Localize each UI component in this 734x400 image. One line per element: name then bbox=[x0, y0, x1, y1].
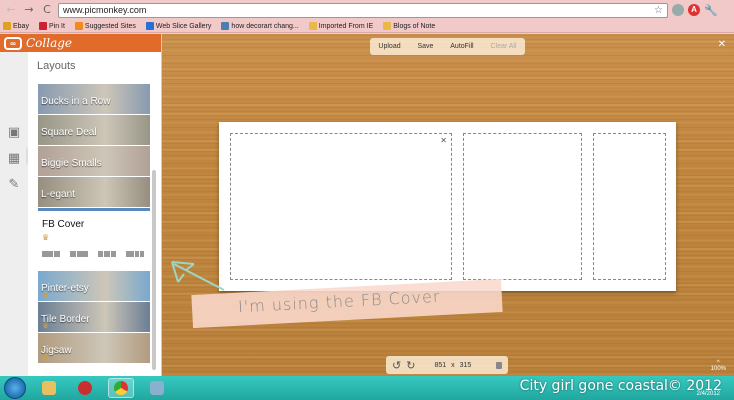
bookmark-label: Suggested Sites bbox=[84, 22, 136, 30]
forward-button[interactable]: → bbox=[22, 3, 36, 17]
image-icon[interactable]: ▣ bbox=[6, 126, 22, 140]
bookmark-item[interactable]: Ebay bbox=[3, 22, 29, 30]
premium-crown-icon: ♛ bbox=[42, 290, 50, 299]
cell-close-icon[interactable]: ✕ bbox=[440, 136, 447, 145]
bookmarks-bar: Ebay Pin It Suggested Sites Web Slice Galle… bbox=[0, 20, 734, 33]
collage-cell[interactable] bbox=[593, 133, 666, 280]
bookmark-star-icon[interactable]: ☆ bbox=[654, 5, 663, 16]
wrench-icon[interactable]: 🔧 bbox=[704, 4, 718, 17]
url-text: www.picmonkey.com bbox=[63, 5, 147, 15]
app-icon bbox=[78, 381, 92, 395]
layouts-panel: Layouts Ducks in a Row Square Deal Biggie … bbox=[28, 52, 161, 376]
dimension-separator: x bbox=[451, 361, 455, 369]
layout-item[interactable]: Tile Border ♛ bbox=[38, 302, 150, 333]
bookmark-icon bbox=[383, 22, 392, 30]
collage-cell[interactable]: ✕ bbox=[230, 133, 452, 280]
layout-variants bbox=[42, 251, 144, 257]
premium-crown-icon: ♛ bbox=[42, 321, 50, 330]
bookmark-icon bbox=[308, 22, 317, 30]
start-button[interactable] bbox=[4, 377, 26, 399]
layout-label: FB Cover bbox=[42, 219, 85, 230]
tools-column: ▣ ▦ ✎ bbox=[0, 52, 28, 376]
canvas-size-bar: ↺ ↻ 851 x 315 bbox=[386, 356, 508, 374]
layout-variant-icon[interactable] bbox=[126, 251, 144, 257]
collage-canvas: ✕ bbox=[219, 122, 676, 291]
bookmark-item[interactable]: Web Slice Gallery bbox=[145, 22, 212, 30]
palette-icon[interactable]: ✎ bbox=[6, 178, 22, 192]
layouts-icon[interactable]: ▦ bbox=[6, 152, 22, 166]
save-button[interactable]: Save bbox=[417, 43, 433, 50]
close-icon[interactable]: ✕ bbox=[718, 39, 726, 50]
taskbar-app[interactable] bbox=[72, 378, 98, 398]
upload-button[interactable]: Upload bbox=[378, 43, 400, 50]
sidebar: ∞ Collage ▣ ▦ ✎ Layouts Ducks in a Row Sq… bbox=[0, 34, 162, 376]
collage-toolbar: Upload Save AutoFill Clear All bbox=[370, 38, 525, 55]
layout-variant-icon[interactable] bbox=[70, 251, 88, 257]
taskbar-chrome[interactable] bbox=[108, 378, 134, 398]
reload-button[interactable]: C bbox=[40, 3, 54, 17]
address-bar[interactable]: www.picmonkey.com ☆ bbox=[58, 2, 668, 18]
premium-crown-icon: ♛ bbox=[42, 352, 50, 361]
layout-variant-icon[interactable] bbox=[98, 251, 116, 257]
browser-toolbar: ← → C www.picmonkey.com ☆ A 🔧 bbox=[0, 0, 734, 20]
width-value[interactable]: 851 bbox=[434, 362, 446, 369]
bookmark-label: Imported From IE bbox=[318, 22, 374, 30]
bookmark-icon bbox=[145, 22, 154, 30]
layouts-scrollbar[interactable] bbox=[152, 170, 156, 370]
height-value[interactable]: 315 bbox=[460, 362, 472, 369]
canvas-area: Upload Save AutoFill Clear All ✕ ✕ I'm u… bbox=[162, 34, 734, 376]
folder-icon bbox=[42, 381, 56, 395]
back-button[interactable]: ← bbox=[4, 3, 18, 17]
zoom-control[interactable]: ^ 100% bbox=[711, 360, 726, 372]
lock-icon[interactable] bbox=[496, 361, 502, 369]
bookmark-icon bbox=[221, 22, 230, 30]
bookmark-icon bbox=[38, 22, 47, 30]
layout-item[interactable]: L-egant bbox=[38, 177, 150, 208]
app-title: Collage bbox=[26, 36, 73, 50]
hand-drawn-arrow-icon bbox=[171, 261, 225, 291]
extension-icon[interactable] bbox=[672, 4, 684, 16]
chrome-icon bbox=[114, 381, 128, 395]
layout-item[interactable]: Biggie Smalls bbox=[38, 146, 150, 177]
layout-variant-icon[interactable] bbox=[42, 251, 60, 257]
panel-title: Layouts bbox=[37, 60, 76, 72]
layout-label: L-egant bbox=[41, 189, 75, 200]
bookmark-label: Web Slice Gallery bbox=[155, 22, 212, 30]
premium-crown-icon: ♛ bbox=[42, 233, 50, 242]
clear-all-button[interactable]: Clear All bbox=[490, 43, 516, 50]
layout-label: Ducks in a Row bbox=[41, 96, 111, 107]
watermark: City girl gone coastal© 2012 bbox=[519, 378, 722, 394]
bookmark-item[interactable]: Imported From IE bbox=[308, 22, 374, 30]
layout-label: Square Deal bbox=[41, 127, 97, 138]
layout-item[interactable]: Square Deal bbox=[38, 115, 150, 146]
rotate-right-icon[interactable]: ↻ bbox=[406, 359, 415, 372]
bookmark-icon bbox=[74, 22, 83, 30]
bookmark-item[interactable]: Suggested Sites bbox=[74, 22, 136, 30]
autofill-button[interactable]: AutoFill bbox=[450, 43, 473, 50]
layout-label: Biggie Smalls bbox=[41, 158, 102, 169]
layout-item[interactable]: Ducks in a Row bbox=[38, 84, 150, 115]
layout-item[interactable]: FB Cover ♛ bbox=[38, 208, 150, 271]
layout-item[interactable]: Pinter-etsy ♛ bbox=[38, 271, 150, 302]
bookmark-item[interactable]: Blogs of Note bbox=[383, 22, 435, 30]
taskbar-explorer[interactable] bbox=[36, 378, 62, 398]
adblock-icon[interactable]: A bbox=[688, 4, 700, 16]
bookmark-label: Blogs of Note bbox=[393, 22, 436, 30]
paint-icon bbox=[150, 381, 164, 395]
bookmark-icon bbox=[3, 22, 11, 30]
layout-list: Ducks in a Row Square Deal Biggie Smalls L-… bbox=[38, 84, 150, 374]
bookmark-item[interactable]: Pin It bbox=[38, 22, 65, 30]
bookmark-item[interactable]: how decorart chang... bbox=[221, 22, 299, 30]
collage-cell[interactable] bbox=[463, 133, 582, 280]
taskbar-paint[interactable] bbox=[144, 378, 170, 398]
clock: 2/4/2012 bbox=[696, 391, 720, 397]
bookmark-label: Ebay bbox=[13, 22, 29, 30]
rotate-left-icon[interactable]: ↺ bbox=[392, 359, 401, 372]
picmonkey-logo-icon: ∞ bbox=[4, 36, 22, 50]
zoom-level: 100% bbox=[710, 366, 726, 372]
bookmark-label: Pin It bbox=[48, 22, 65, 30]
app-header: ∞ Collage bbox=[0, 34, 161, 52]
bookmark-label: how decorart chang... bbox=[231, 22, 299, 30]
layout-item[interactable]: Jigsaw ♛ bbox=[38, 333, 150, 364]
